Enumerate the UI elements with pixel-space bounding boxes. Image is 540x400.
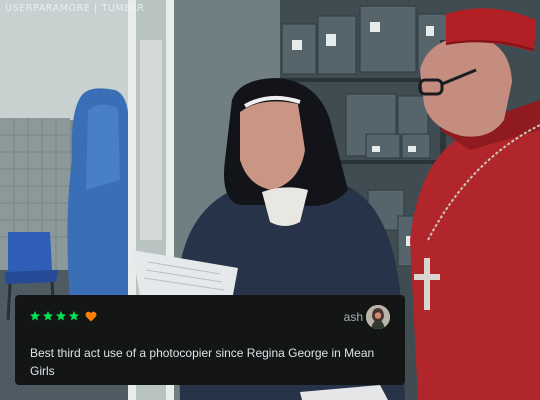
heart-icon[interactable] xyxy=(85,311,97,322)
star-rating xyxy=(29,310,80,322)
watermark: USERPARAMORE | TUMBLR xyxy=(5,3,145,14)
star-icon xyxy=(43,311,53,321)
star-icon xyxy=(56,311,66,321)
review-card[interactable]: ash Best third act use of a photocopier … xyxy=(15,295,405,385)
review-username[interactable]: ash xyxy=(344,310,363,324)
avatar[interactable] xyxy=(366,305,390,329)
star-icon xyxy=(69,311,79,321)
star-icon xyxy=(30,311,40,321)
review-text: Best third act use of a photocopier sinc… xyxy=(30,346,375,378)
avatar-image xyxy=(366,305,390,329)
